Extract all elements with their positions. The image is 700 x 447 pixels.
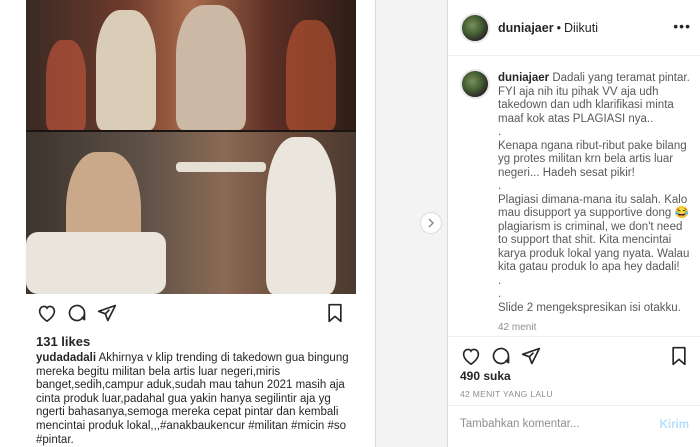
comment-avatar[interactable] bbox=[460, 69, 490, 99]
panel-actions bbox=[448, 336, 700, 366]
more-options-icon[interactable]: ••• bbox=[673, 18, 691, 34]
post-timestamp: 42 MENIT YANG LALU bbox=[460, 389, 553, 399]
post-like-count[interactable]: 131 likes bbox=[36, 334, 90, 349]
add-comment-bar: Kirim bbox=[448, 405, 700, 447]
follow-status[interactable]: Diikuti bbox=[564, 21, 598, 35]
avatar[interactable] bbox=[460, 13, 490, 43]
photo-scene-bottom bbox=[26, 132, 356, 294]
share-icon[interactable] bbox=[520, 345, 542, 367]
comment-panel: duniajaer • Diikuti ••• duniajaer Dadali y… bbox=[447, 0, 700, 447]
heart-icon[interactable] bbox=[460, 345, 482, 367]
comment-username[interactable]: duniajaer bbox=[498, 72, 549, 84]
bookmark-icon[interactable] bbox=[668, 345, 690, 367]
bookmark-icon[interactable] bbox=[324, 302, 346, 324]
caption-username[interactable]: yudadadali bbox=[36, 352, 96, 364]
chevron-right-icon bbox=[428, 218, 435, 228]
comment-input[interactable] bbox=[460, 418, 650, 430]
comment-text: Dadali yang teramat pintar. FYI aja nih … bbox=[498, 72, 690, 314]
share-icon[interactable] bbox=[96, 302, 118, 324]
post-header: duniajaer • Diikuti ••• bbox=[448, 0, 700, 56]
comment-icon[interactable] bbox=[490, 345, 512, 367]
post-actions bbox=[36, 302, 356, 326]
comment-timestamp: 42 menit bbox=[498, 322, 537, 333]
photo-scene-top bbox=[26, 0, 356, 130]
post-photo bbox=[26, 0, 356, 294]
header-separator: • bbox=[556, 21, 561, 35]
caption-comment: duniajaer Dadali yang teramat pintar. FY… bbox=[448, 56, 700, 335]
quoted-post: 131 likes yudadadali Akhirnya v klip tre… bbox=[0, 0, 376, 447]
header-username[interactable]: duniajaer bbox=[498, 21, 554, 35]
heart-icon[interactable] bbox=[36, 302, 58, 324]
next-slide-button[interactable] bbox=[420, 212, 442, 234]
send-comment-button[interactable]: Kirim bbox=[660, 419, 689, 431]
comment-icon[interactable] bbox=[66, 302, 88, 324]
comment-body: duniajaer Dadali yang teramat pintar. FY… bbox=[498, 72, 694, 315]
post-caption: yudadadali Akhirnya v klip trending di t… bbox=[36, 352, 354, 447]
instagram-post-view: 131 likes yudadadali Akhirnya v klip tre… bbox=[0, 0, 700, 447]
header-account: duniajaer • Diikuti bbox=[498, 21, 598, 35]
caption-text: Akhirnya v klip trending di takedown gua… bbox=[36, 352, 349, 446]
like-count[interactable]: 490 suka bbox=[460, 369, 511, 383]
